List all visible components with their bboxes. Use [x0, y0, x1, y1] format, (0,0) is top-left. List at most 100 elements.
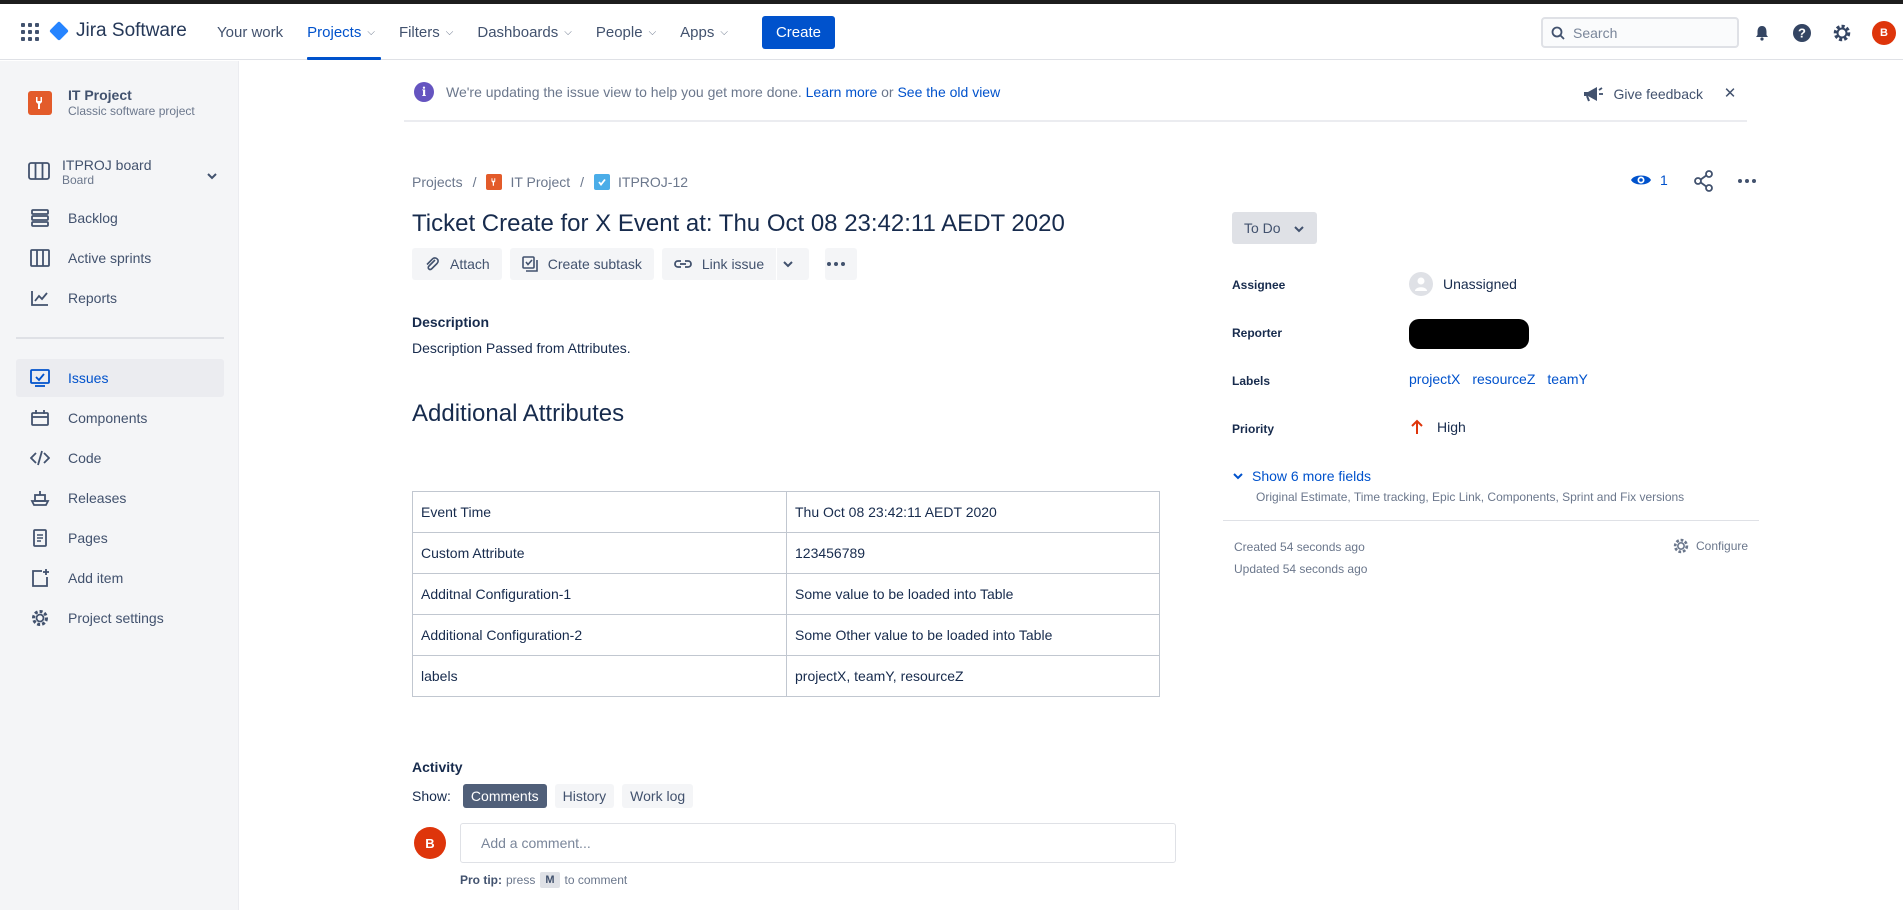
nav-label: Your work [217, 23, 284, 41]
breadcrumb-project[interactable]: IT Project [510, 174, 570, 190]
more-actions-button[interactable] [825, 248, 858, 280]
comment-input[interactable]: Add a comment... [460, 823, 1176, 863]
nav-your-work[interactable]: Your work [205, 4, 295, 60]
reporter-field[interactable] [1409, 319, 1529, 349]
create-subtask-button[interactable]: Create subtask [509, 248, 654, 280]
issue-toolbar: Attach Create subtask Link issue [412, 248, 865, 280]
sidebar-item-label: Pages [68, 530, 108, 546]
table-cell: 123456789 [786, 532, 1160, 574]
backlog-icon [28, 209, 52, 227]
label-tag[interactable]: resourceZ [1472, 371, 1536, 387]
link-icon [673, 260, 692, 268]
nav-label: Projects [307, 23, 362, 41]
breadcrumb: Projects / IT Project / ITPROJ-12 [412, 174, 688, 190]
nav-label: Filters [398, 23, 440, 41]
top-navigation: Jira Software Your work Projects ⌵ Filter… [0, 4, 1903, 60]
search-input[interactable]: Search [1541, 17, 1739, 48]
show-label: Show: [412, 788, 451, 804]
breadcrumb-issue-key[interactable]: ITPROJ-12 [618, 174, 688, 190]
board-switcher[interactable]: ITPROJ board Board [28, 157, 218, 187]
sidebar-item-add-item[interactable]: Add item [16, 559, 224, 597]
user-avatar[interactable]: B [1872, 21, 1896, 45]
show-more-fields-button[interactable]: Show 6 more fields [1232, 468, 1371, 484]
banner-message: We're updating the issue view to help yo… [446, 84, 802, 100]
sidebar-item-pages[interactable]: Pages [16, 519, 224, 557]
give-feedback-button[interactable]: Give feedback [1582, 84, 1703, 104]
watch-count: 1 [1660, 172, 1668, 188]
configure-label: Configure [1696, 539, 1749, 553]
code-icon [28, 449, 52, 467]
project-type: Classic software project [68, 104, 195, 118]
nav-dashboards[interactable]: Dashboards ⌵ [465, 4, 583, 60]
chevron-down-icon [1293, 220, 1305, 236]
table-cell: Custom Attribute [412, 532, 787, 574]
link-issue-dropdown[interactable] [777, 248, 810, 280]
attach-button[interactable]: Attach [412, 248, 502, 280]
sidebar-item-components[interactable]: Components [16, 399, 224, 437]
nav-filters[interactable]: Filters ⌵ [387, 4, 465, 60]
status-dropdown[interactable]: To Do [1232, 212, 1317, 244]
tab-history[interactable]: History [554, 784, 615, 808]
subtask-icon [521, 256, 538, 272]
create-button[interactable]: Create [761, 15, 835, 49]
help-icon[interactable]: ? [1791, 22, 1813, 44]
chevron-down-icon [783, 261, 793, 268]
app-switcher-icon[interactable] [21, 23, 39, 41]
old-view-link[interactable]: See the old view [897, 84, 1000, 100]
sidebar-item-active-sprints[interactable]: Active sprints [16, 239, 224, 277]
assignee-field[interactable]: Unassigned [1409, 272, 1517, 296]
sidebar-item-issues[interactable]: Issues [16, 359, 224, 397]
banner-text: We're updating the issue view to help yo… [446, 84, 1000, 100]
close-icon[interactable]: ✕ [1719, 82, 1741, 104]
label-tag[interactable]: teamY [1547, 371, 1588, 387]
chevron-down-icon: ⌵ [720, 26, 728, 38]
description-text[interactable]: Description Passed from Attributes. [412, 340, 631, 356]
watch-button[interactable]: 1 [1630, 172, 1668, 188]
protip-press: press [506, 873, 536, 887]
sidebar-item-reports[interactable]: Reports [16, 279, 224, 317]
components-icon [28, 409, 52, 427]
project-header[interactable]: IT Project Classic software project [28, 87, 195, 118]
sidebar-item-releases[interactable]: Releases [16, 479, 224, 517]
labels-field[interactable]: projectX resourceZ teamY [1409, 371, 1600, 387]
sidebar-item-code[interactable]: Code [16, 439, 224, 477]
breadcrumb-projects[interactable]: Projects [412, 174, 463, 190]
tab-comments[interactable]: Comments [462, 784, 547, 808]
more-icon[interactable] [1736, 170, 1758, 195]
issues-icon [28, 369, 52, 387]
priority-field[interactable]: High [1409, 419, 1466, 435]
reporter-label: Reporter [1232, 326, 1283, 340]
label-tag[interactable]: projectX [1409, 371, 1461, 387]
sidebar-item-backlog[interactable]: Backlog [16, 199, 224, 237]
megaphone-icon [1583, 87, 1603, 102]
issue-title[interactable]: Ticket Create for X Event at: Thu Oct 08… [412, 210, 1065, 238]
task-type-icon[interactable] [594, 174, 611, 190]
priority-value: High [1437, 419, 1466, 435]
reports-icon [28, 289, 52, 307]
link-issue-button[interactable]: Link issue [661, 248, 777, 280]
attributes-table: Event Time Thu Oct 08 23:42:11 AEDT 2020 … [412, 491, 1160, 697]
table-row: Additional Configuration-2 Some Other val… [412, 614, 1160, 656]
gear-icon[interactable] [1831, 22, 1853, 44]
nav-people[interactable]: People ⌵ [584, 4, 668, 60]
board-name: ITPROJ board [62, 157, 152, 173]
tab-work-log[interactable]: Work log [622, 784, 694, 808]
chevron-down-icon: ⌵ [648, 26, 657, 38]
jira-logo[interactable]: Jira Software [49, 20, 187, 42]
learn-more-link[interactable]: Learn more [806, 84, 878, 100]
project-avatar-icon [28, 90, 52, 115]
activity-heading: Activity [412, 759, 463, 775]
created-timestamp: Created 54 seconds ago [1234, 540, 1365, 554]
sidebar-item-project-settings[interactable]: Project settings [16, 599, 224, 637]
sidebar-item-label: Issues [68, 370, 109, 386]
nav-projects[interactable]: Projects ⌵ [295, 4, 387, 60]
sidebar-item-label: Active sprints [68, 250, 152, 266]
configure-button[interactable]: Configure [1672, 537, 1748, 555]
share-icon[interactable] [1693, 170, 1715, 195]
sidebar-item-label: Components [68, 410, 148, 426]
sidebar-divider [16, 337, 224, 339]
search-placeholder: Search [1573, 24, 1618, 41]
nav-apps[interactable]: Apps ⌵ [668, 4, 740, 60]
notifications-icon[interactable] [1751, 22, 1773, 44]
table-row: labels projectX, teamY, resourceZ [412, 655, 1160, 697]
